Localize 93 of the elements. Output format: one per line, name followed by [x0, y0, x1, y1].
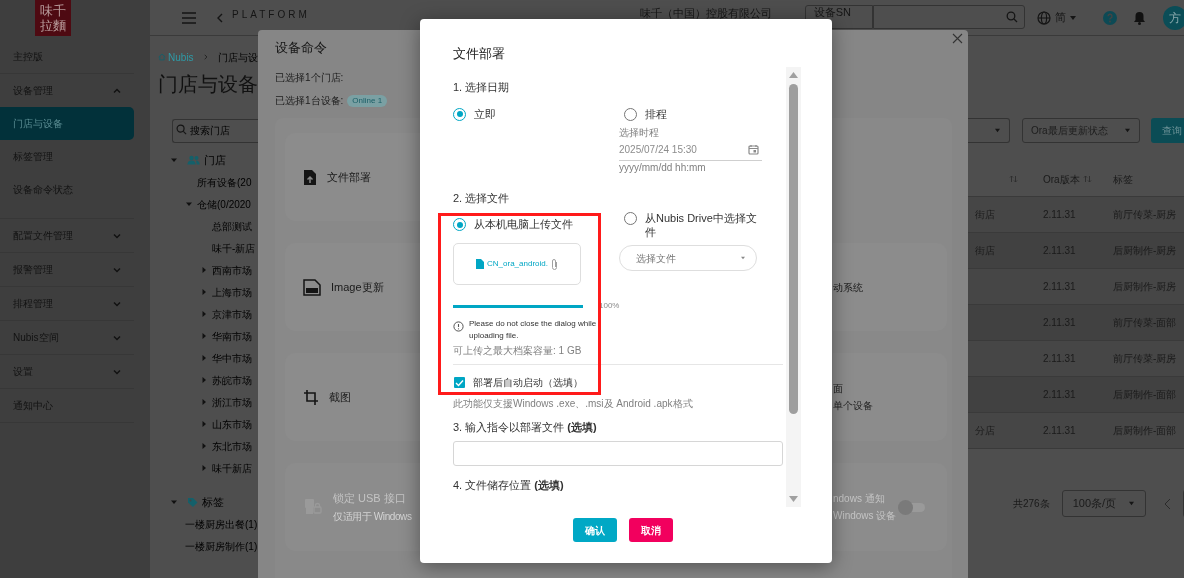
caret-right-icon[interactable] [200, 376, 208, 384]
scroll-up-icon[interactable] [789, 72, 798, 78]
tree-item[interactable]: 味千新店 [212, 460, 252, 476]
caret-icon [1124, 128, 1131, 133]
help-icon[interactable] [1102, 10, 1117, 25]
sort-icon[interactable] [1082, 175, 1092, 183]
caret-right-icon[interactable] [200, 442, 208, 450]
search-icon [176, 124, 187, 135]
section-heading: 2. 选择文件 [453, 190, 511, 206]
bell-icon[interactable] [1132, 10, 1146, 25]
tree-item[interactable]: 华南市场 [212, 328, 252, 344]
platform-title: PLATFORM [232, 8, 310, 22]
info-icon [453, 321, 464, 332]
user-avatar[interactable]: 方 [1162, 5, 1184, 30]
caret-right-icon[interactable] [200, 464, 208, 472]
command-input[interactable] [453, 440, 783, 466]
radio-label[interactable]: 从Nubis Drive中选择文件 [645, 211, 762, 239]
caret-icon [740, 256, 746, 260]
tree-item[interactable]: 仓储(0/2020 [197, 196, 251, 212]
tree-item[interactable]: 味千-新店 [212, 240, 256, 256]
page-title: 门店与设备 [158, 72, 258, 97]
toggle-switch[interactable] [900, 502, 926, 512]
check-icon [455, 378, 464, 387]
caret-right-icon[interactable] [200, 266, 208, 274]
command-description: 单个设备 [833, 399, 873, 413]
progress-percent: 100% [599, 300, 620, 312]
file-icon [476, 259, 485, 269]
file-upload-icon [303, 168, 317, 186]
tag-icon [187, 496, 198, 508]
previous-page-icon[interactable] [1163, 497, 1171, 510]
chevron-right-icon [203, 53, 208, 61]
sidebar-item[interactable]: 门店与设备 [0, 107, 134, 140]
command-label: Image更新 [331, 279, 384, 295]
cancel-button[interactable]: 取消 [629, 518, 673, 542]
file-name: CN_ora_android. [487, 258, 548, 270]
caret-right-icon[interactable] [200, 332, 208, 340]
caret-down-icon[interactable] [170, 498, 178, 506]
command-label: 文件部署 [327, 169, 371, 185]
caret-icon[interactable] [1068, 14, 1077, 21]
caret-right-icon[interactable] [200, 354, 208, 362]
search-icon[interactable] [1005, 10, 1018, 23]
close-icon[interactable] [952, 33, 963, 44]
command-label: 动系统 [833, 280, 863, 295]
radio-label[interactable]: 立即 [474, 106, 496, 121]
caret-right-icon[interactable] [200, 420, 208, 428]
tree-item[interactable]: 山东市场 [212, 416, 252, 432]
tree-item[interactable]: 东北市场 [212, 438, 252, 454]
scrollbar-thumb[interactable] [789, 84, 798, 414]
checkbox[interactable] [454, 377, 465, 388]
confirm-button[interactable]: 确认 [573, 518, 617, 542]
tree-item[interactable]: 总部测试 [212, 218, 252, 234]
field-hint: yyyy/mm/dd hh:mm [619, 161, 707, 174]
selected-stores-text: 已选择1个门店: [275, 71, 344, 85]
globe-icon[interactable] [1036, 10, 1051, 25]
sort-icon[interactable] [1009, 175, 1018, 183]
caret-right-icon[interactable] [200, 398, 208, 406]
command-description: 仅适用于 Windows [333, 509, 412, 524]
caret-icon [994, 128, 1001, 133]
selected-devices-text: 已选择1台设备: [275, 94, 344, 108]
caret-down-icon[interactable] [185, 200, 193, 208]
logo: 味千拉麵 [35, 0, 71, 36]
tree-item[interactable]: 标签 [202, 493, 224, 511]
search-field[interactable]: 搜索门店 [172, 118, 258, 143]
tree-item[interactable]: 浙江市场 [212, 394, 252, 410]
crop-icon [303, 388, 319, 406]
caret-down-icon[interactable] [170, 156, 178, 164]
menu-icon[interactable] [182, 11, 196, 24]
scroll-down-icon[interactable] [789, 496, 798, 502]
caret-right-icon[interactable] [200, 310, 208, 318]
tree-item[interactable]: 所有设备(20 [197, 174, 252, 190]
tree-item[interactable]: 京津市场 [212, 306, 252, 322]
people-icon [187, 155, 200, 165]
caret-right-icon[interactable] [200, 288, 208, 296]
command-label: 截图 [329, 389, 351, 405]
panel-title: 设备命令 [275, 39, 327, 57]
caret-icon [1127, 501, 1135, 506]
tree-item[interactable]: 苏皖市场 [212, 372, 252, 388]
dialog-title: 文件部署 [452, 45, 506, 63]
radio-label[interactable]: 排程 [645, 106, 667, 121]
paperclip-icon [550, 257, 558, 271]
tree-item[interactable]: 西南市场 [212, 262, 252, 278]
status-badge: Online 1 [347, 94, 388, 107]
query-button[interactable]: 查询 [1151, 118, 1184, 143]
scrollbar[interactable] [786, 67, 801, 507]
tree-item[interactable]: 华中市场 [212, 350, 252, 366]
breadcrumb-item: 门店与设 [218, 50, 258, 65]
back-icon[interactable] [216, 12, 224, 23]
file-drop-area[interactable]: CN_ora_android. [453, 243, 581, 285]
tree-item[interactable]: 门店 [204, 151, 226, 169]
breadcrumb-link[interactable]: Nubis [168, 49, 194, 65]
search-field[interactable] [872, 4, 1025, 29]
command-label: 面 [833, 382, 844, 396]
section-heading: 1. 选择日期 [453, 80, 511, 95]
